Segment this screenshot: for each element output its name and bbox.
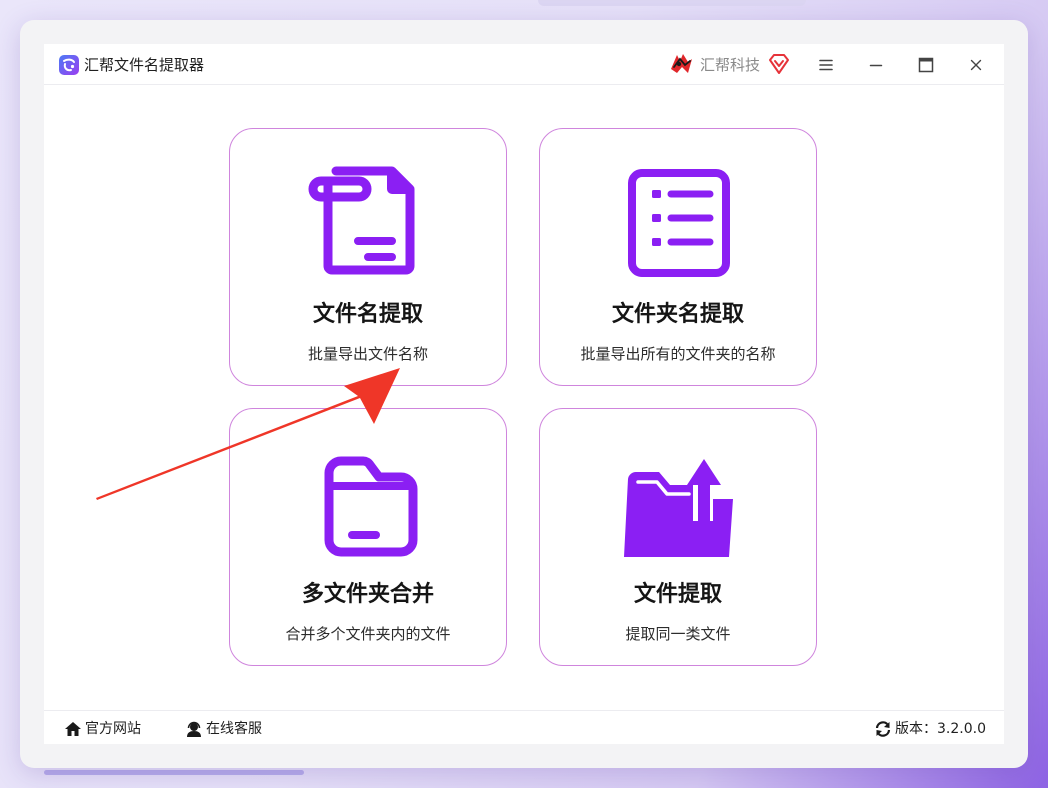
background-bar (44, 770, 304, 775)
card-subtitle: 提取同一类文件 (625, 625, 731, 643)
version-label: 版本： (895, 721, 937, 737)
card-subtitle: 批量导出文件名称 (307, 345, 428, 363)
app-window: 汇帮文件名提取器 汇帮科技 文件名提取 批量导出文件名称 文件夹名提取 批量导出… (20, 20, 1028, 768)
home-icon (65, 722, 81, 736)
app-logo-icon (59, 55, 79, 75)
brand-name: 汇帮科技 (700, 56, 761, 74)
card-subtitle: 合并多个文件夹内的文件 (285, 625, 451, 643)
app-title: 汇帮文件名提取器 (84, 56, 205, 74)
close-icon[interactable] (963, 52, 989, 78)
file-icon (308, 166, 415, 275)
headset-icon (187, 721, 201, 737)
main-panel: 汇帮文件名提取器 汇帮科技 文件名提取 批量导出文件名称 文件夹名提取 批量导出… (44, 44, 1004, 744)
card-title: 文件名提取 (312, 302, 423, 327)
folder-icon (324, 456, 418, 557)
annotation-arrow (96, 368, 400, 500)
menu-icon[interactable] (813, 52, 839, 78)
online-support-label: 在线客服 (206, 721, 262, 737)
official-website-label: 官方网站 (85, 721, 141, 737)
card-foldername-extract[interactable]: 文件夹名提取 批量导出所有的文件夹的名称 (539, 128, 817, 386)
card-title: 文件提取 (633, 582, 722, 607)
card-multi-folder-merge[interactable]: 多文件夹合并 合并多个文件夹内的文件 (229, 408, 507, 666)
maximize-icon[interactable] (913, 52, 939, 78)
refresh-icon (875, 721, 891, 737)
background-tab-strip (538, 0, 806, 6)
vip-diamond-icon[interactable] (767, 53, 791, 75)
minimize-icon[interactable] (863, 52, 889, 78)
brand-logo-icon (671, 54, 692, 73)
list-icon (628, 169, 730, 277)
card-title: 多文件夹合并 (301, 582, 434, 607)
card-subtitle: 批量导出所有的文件夹的名称 (580, 345, 776, 363)
card-title: 文件夹名提取 (611, 302, 744, 327)
folder-upload-icon (624, 459, 733, 557)
version-number: 3.2.0.0 (937, 721, 986, 737)
title-bar[interactable]: 汇帮文件名提取器 汇帮科技 (44, 44, 1004, 85)
footer-bar: 官方网站 在线客服 版本：3.2.0.0 (44, 710, 1004, 745)
card-file-extract[interactable]: 文件提取 提取同一类文件 (539, 408, 817, 666)
card-filename-extract[interactable]: 文件名提取 批量导出文件名称 (229, 128, 507, 386)
